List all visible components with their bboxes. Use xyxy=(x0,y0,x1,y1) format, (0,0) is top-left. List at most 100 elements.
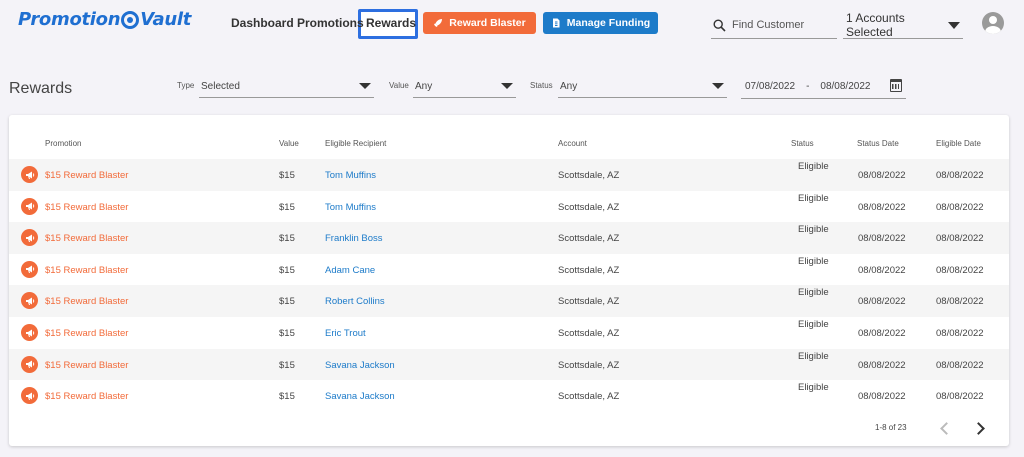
status-date-cell: 08/08/2022 xyxy=(858,391,906,403)
status-date-cell: 08/08/2022 xyxy=(858,264,906,276)
account-cell: Scottsdale, AZ xyxy=(558,201,620,213)
account-cell: Scottsdale, AZ xyxy=(558,170,620,181)
status-filter-value: Any xyxy=(560,80,578,92)
rewards-table: Promotion Value Eligible Recipient Accou… xyxy=(9,115,1009,446)
date-range-picker[interactable]: 07/08/2022 - 08/08/2022 xyxy=(741,75,906,99)
manage-funding-label: Manage Funding xyxy=(566,17,651,29)
date-separator: - xyxy=(806,81,810,92)
column-header-eligible-recipient[interactable]: Eligible Recipient xyxy=(325,139,386,148)
megaphone-icon xyxy=(21,292,38,310)
megaphone-icon xyxy=(21,387,38,405)
value-cell: $15 xyxy=(279,201,295,213)
eligible-date-cell: 08/08/2022 xyxy=(936,391,984,403)
promotion-link[interactable]: $15 Reward Blaster xyxy=(45,296,128,307)
chevron-left-icon xyxy=(939,421,953,435)
status-filter-select[interactable]: Any xyxy=(558,75,727,98)
user-avatar-icon[interactable] xyxy=(982,12,1004,34)
reward-blaster-label: Reward Blaster xyxy=(449,17,526,29)
table-row[interactable]: $15 Reward Blaster $15 Robert Collins Sc… xyxy=(9,285,1009,317)
value-filter-select[interactable]: Any xyxy=(413,75,516,98)
eligible-date-cell: 08/08/2022 xyxy=(936,328,984,339)
date-from[interactable]: 07/08/2022 xyxy=(745,81,795,92)
status-cell: Eligible xyxy=(798,350,829,362)
value-cell: $15 xyxy=(279,296,295,308)
status-filter-label: Status xyxy=(530,81,553,90)
column-header-eligible-date[interactable]: Eligible Date xyxy=(936,139,981,148)
caret-down-icon xyxy=(948,21,960,29)
manage-funding-button[interactable]: Manage Funding xyxy=(543,12,658,34)
status-cell: Eligible xyxy=(798,319,829,330)
status-cell: Eligible xyxy=(798,255,829,267)
caret-down-icon xyxy=(712,83,724,89)
recipient-link[interactable]: Savana Jackson xyxy=(325,360,395,371)
promotion-link[interactable]: $15 Reward Blaster xyxy=(45,265,128,276)
recipient-link[interactable]: Robert Collins xyxy=(325,296,385,307)
document-icon xyxy=(552,18,560,28)
megaphone-icon xyxy=(21,260,38,278)
account-cell: Scottsdale, AZ xyxy=(558,264,620,276)
column-header-account[interactable]: Account xyxy=(558,139,587,148)
type-filter-select[interactable]: Selected xyxy=(199,75,374,98)
type-filter-value: Selected xyxy=(201,80,240,92)
nav-rewards[interactable]: Rewards xyxy=(366,16,416,30)
recipient-link[interactable]: Adam Cane xyxy=(325,265,375,276)
calendar-icon[interactable] xyxy=(890,79,902,92)
status-date-cell: 08/08/2022 xyxy=(858,170,906,181)
column-header-status[interactable]: Status xyxy=(791,139,814,148)
table-row[interactable]: $15 Reward Blaster $15 Tom Muffins Scott… xyxy=(9,191,1009,223)
status-date-cell: 08/08/2022 xyxy=(858,359,906,371)
column-header-promotion[interactable]: Promotion xyxy=(45,139,81,148)
megaphone-icon xyxy=(21,166,38,183)
promotion-link[interactable]: $15 Reward Blaster xyxy=(45,328,128,339)
recipient-link[interactable]: Tom Muffins xyxy=(325,202,376,213)
caret-down-icon xyxy=(359,83,371,89)
value-cell: $15 xyxy=(279,359,295,371)
promotion-link[interactable]: $15 Reward Blaster xyxy=(45,360,128,371)
status-cell: Eligible xyxy=(798,161,829,172)
chevron-right-icon xyxy=(971,421,985,435)
table-row[interactable]: $15 Reward Blaster $15 Tom Muffins Scott… xyxy=(9,159,1009,191)
status-cell: Eligible xyxy=(798,382,829,394)
recipient-link[interactable]: Savana Jackson xyxy=(325,391,395,402)
table-row[interactable]: $15 Reward Blaster $15 Savana Jackson Sc… xyxy=(9,380,1009,412)
reward-blaster-button[interactable]: Reward Blaster xyxy=(423,12,536,34)
promotion-link[interactable]: $15 Reward Blaster xyxy=(45,233,128,244)
table-row[interactable]: $15 Reward Blaster $15 Franklin Boss Sco… xyxy=(9,222,1009,254)
table-row[interactable]: $15 Reward Blaster $15 Eric Trout Scotts… xyxy=(9,317,1009,349)
eligible-date-cell: 08/08/2022 xyxy=(936,233,984,245)
caret-down-icon xyxy=(501,83,513,89)
page-title: Rewards xyxy=(9,80,73,97)
date-to[interactable]: 08/08/2022 xyxy=(820,81,870,92)
status-date-cell: 08/08/2022 xyxy=(858,328,906,339)
recipient-link[interactable]: Franklin Boss xyxy=(325,233,383,244)
gear-icon xyxy=(121,10,140,29)
nav-promotions[interactable]: Promotions xyxy=(297,16,364,30)
recipient-link[interactable]: Tom Muffins xyxy=(325,170,376,181)
value-cell: $15 xyxy=(279,264,295,276)
megaphone-icon xyxy=(21,197,38,215)
status-cell: Eligible xyxy=(798,287,829,299)
find-customer-search[interactable]: Find Customer xyxy=(711,12,837,39)
account-cell: Scottsdale, AZ xyxy=(558,359,620,371)
value-filter-label: Value xyxy=(389,81,409,90)
status-cell: Eligible xyxy=(798,224,829,236)
rocket-icon xyxy=(434,19,443,27)
promotion-link[interactable]: $15 Reward Blaster xyxy=(45,391,128,402)
next-page-button[interactable] xyxy=(971,417,989,439)
previous-page-button[interactable] xyxy=(935,417,953,439)
megaphone-icon xyxy=(21,229,38,247)
pagination-count: 1-8 of 23 xyxy=(875,423,907,432)
recipient-link[interactable]: Eric Trout xyxy=(325,328,366,339)
accounts-selected-dropdown[interactable]: 1 Accounts Selected xyxy=(843,11,963,39)
value-cell: $15 xyxy=(279,233,295,245)
column-header-value[interactable]: Value xyxy=(279,139,299,148)
nav-dashboard[interactable]: Dashboard xyxy=(231,16,294,30)
column-header-status-date[interactable]: Status Date xyxy=(857,139,899,148)
promotion-link[interactable]: $15 Reward Blaster xyxy=(45,202,128,213)
table-row[interactable]: $15 Reward Blaster $15 Savana Jackson Sc… xyxy=(9,348,1009,381)
eligible-date-cell: 08/08/2022 xyxy=(936,359,984,371)
table-row[interactable]: $15 Reward Blaster $15 Adam Cane Scottsd… xyxy=(9,254,1009,286)
status-date-cell: 08/08/2022 xyxy=(858,233,906,245)
promotion-link[interactable]: $15 Reward Blaster xyxy=(45,170,128,181)
promotion-vault-logo[interactable]: Promotion Vault xyxy=(18,9,191,30)
